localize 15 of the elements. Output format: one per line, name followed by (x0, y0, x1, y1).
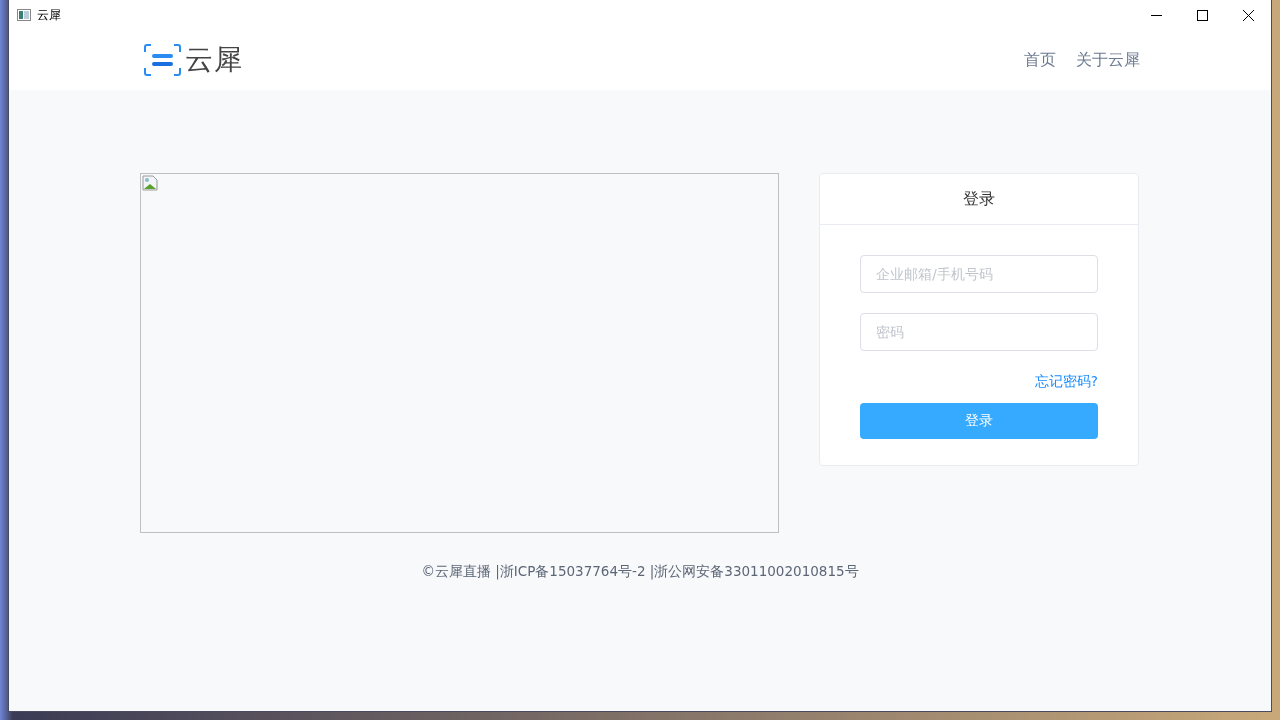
logo-icon (144, 44, 181, 76)
login-title: 登录 (963, 188, 996, 210)
password-field[interactable]: 密码 (860, 313, 1098, 351)
account-field[interactable]: 企业邮箱/手机号码 (860, 255, 1098, 293)
app-icon (17, 9, 31, 21)
nav-link[interactable]: 关于云犀 (1076, 49, 1140, 71)
login-button[interactable]: 登录 (860, 403, 1098, 439)
window-title: 云犀 (37, 7, 61, 22)
logo-text: 云犀 (185, 42, 243, 78)
forgot-password-link[interactable]: 忘记密码? (1034, 373, 1098, 391)
close-icon (1242, 9, 1254, 21)
broken-image-icon (142, 175, 158, 191)
nav-link[interactable]: 首页 (1024, 49, 1056, 71)
maximize-icon (1196, 9, 1208, 21)
footer-text: ©云犀直播 |浙ICP备15037764号-2 |浙公网安备33011002010815号 (421, 563, 859, 579)
